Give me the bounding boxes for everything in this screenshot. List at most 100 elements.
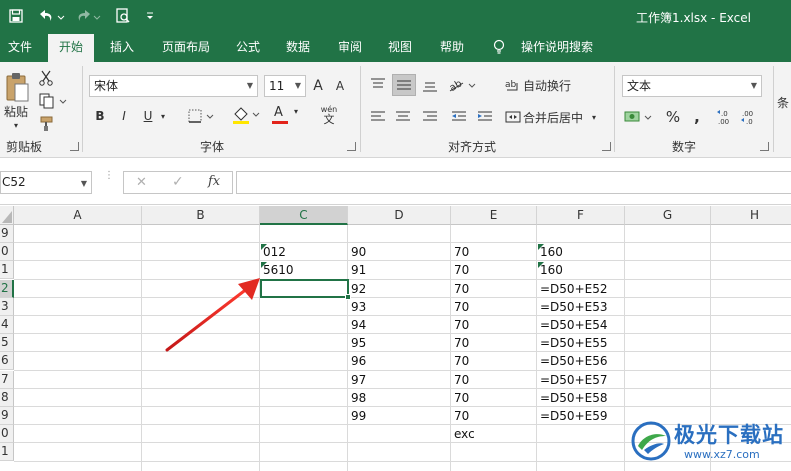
copy-icon[interactable] — [36, 91, 70, 111]
decrease-decimal-icon[interactable]: .00.0 — [740, 106, 760, 128]
fill-handle[interactable] — [345, 294, 351, 300]
tab-file[interactable]: 文件 — [0, 33, 40, 62]
paste-dropdown-icon[interactable]: ▾ — [10, 120, 22, 130]
select-all-corner[interactable] — [0, 206, 14, 225]
align-right-icon[interactable] — [419, 106, 441, 128]
accounting-format-icon[interactable] — [622, 106, 656, 128]
increase-decimal-icon[interactable]: .0.00 — [716, 106, 736, 128]
column-header-b[interactable]: B — [142, 206, 260, 225]
decrease-indent-icon[interactable] — [448, 106, 470, 128]
align-center-icon[interactable] — [392, 106, 414, 128]
cell-e[interactable]: 70 — [451, 407, 469, 425]
cell-e[interactable]: 70 — [451, 389, 469, 407]
redo-icon[interactable] — [74, 7, 104, 25]
row-header[interactable]: 5 — [0, 334, 14, 352]
borders-icon[interactable] — [186, 106, 218, 126]
row-header[interactable]: 4 — [0, 316, 14, 334]
number-format-select[interactable]: 文本 ▼ — [622, 75, 762, 97]
column-header-g[interactable]: G — [625, 206, 711, 225]
save-icon[interactable] — [8, 7, 24, 25]
column-header-d[interactable]: D — [348, 206, 451, 225]
cell-e[interactable]: 70 — [451, 280, 469, 298]
cell-f[interactable]: =D50+E59 — [537, 407, 607, 425]
wrap-text-button[interactable]: 自动换行 — [523, 74, 575, 96]
font-launcher-icon[interactable] — [347, 142, 356, 151]
orientation-icon[interactable]: ab — [446, 74, 480, 96]
paste-button[interactable]: 粘贴 — [0, 102, 32, 120]
cell-f[interactable]: =D50+E52 — [537, 280, 607, 298]
align-top-icon[interactable] — [367, 74, 389, 96]
formula-input[interactable] — [236, 171, 791, 194]
tab-help[interactable]: 帮助 — [430, 33, 474, 62]
font-name-select[interactable]: 宋体 ▼ — [89, 75, 258, 97]
row-header[interactable]: 6 — [0, 352, 14, 370]
cell-f[interactable]: =D50+E54 — [537, 316, 607, 334]
number-launcher-icon[interactable] — [760, 142, 769, 151]
tab-review[interactable]: 审阅 — [328, 33, 372, 62]
cell-e[interactable]: 70 — [451, 243, 469, 261]
tab-data[interactable]: 数据 — [276, 33, 320, 62]
cancel-icon[interactable]: ✕ — [136, 175, 147, 190]
cell-d[interactable]: 98 — [348, 389, 366, 407]
cell-e[interactable]: 70 — [451, 298, 469, 316]
cell-d[interactable]: 97 — [348, 371, 366, 389]
shrink-font-button[interactable]: A — [332, 76, 348, 96]
format-painter-icon[interactable] — [36, 114, 56, 134]
row-header[interactable]: 0 — [0, 243, 14, 261]
row-header[interactable]: 9 — [0, 225, 14, 243]
cell-f[interactable]: =D50+E57 — [537, 371, 607, 389]
column-header-e[interactable]: E — [451, 206, 537, 225]
row-header[interactable]: 1 — [0, 443, 14, 461]
tab-insert[interactable]: 插入 — [100, 33, 144, 62]
cell-e[interactable]: 70 — [451, 371, 469, 389]
merge-center-button[interactable]: 合并后居中 — [523, 106, 587, 128]
row-header[interactable]: 3 — [0, 298, 14, 316]
insert-function-icon[interactable]: fx — [208, 174, 220, 189]
cell-e[interactable]: 70 — [451, 352, 469, 370]
cell-e[interactable]: 70 — [451, 261, 469, 279]
column-header-h[interactable]: H — [711, 206, 791, 225]
cell-f[interactable]: =D50+E53 — [537, 298, 607, 316]
row-header[interactable]: 7 — [0, 371, 14, 389]
cell-e[interactable]: 70 — [451, 334, 469, 352]
underline-dropdown-icon[interactable]: ▾ — [157, 106, 169, 126]
column-header-c[interactable]: C — [260, 206, 348, 225]
font-color-icon[interactable]: A ▾ — [270, 104, 306, 126]
alignment-launcher-icon[interactable] — [602, 142, 611, 151]
cell-f[interactable]: =D50+E55 — [537, 334, 607, 352]
paste-icon[interactable] — [2, 68, 32, 106]
align-middle-icon[interactable] — [392, 74, 416, 96]
row-header[interactable]: 1 — [0, 261, 14, 279]
comma-style-button[interactable]: , — [690, 106, 704, 128]
clipboard-launcher-icon[interactable] — [70, 142, 79, 151]
bold-button[interactable]: B — [92, 106, 108, 126]
selected-cell-c52[interactable] — [260, 279, 349, 298]
cell-e[interactable]: exc — [451, 425, 475, 443]
fill-color-icon[interactable] — [230, 104, 264, 126]
row-header[interactable]: 8 — [0, 389, 14, 407]
tab-home[interactable]: 开始 — [48, 34, 94, 62]
align-bottom-icon[interactable] — [419, 74, 441, 96]
cell-d[interactable]: 93 — [348, 298, 366, 316]
phonetic-guide-button[interactable]: wén 文 — [312, 102, 346, 128]
cell-d[interactable]: 96 — [348, 352, 366, 370]
formula-bar-grip[interactable]: ⋮ — [104, 171, 114, 191]
font-size-select[interactable]: 11 ▼ — [264, 75, 306, 97]
cell-d[interactable]: 99 — [348, 407, 366, 425]
conditional-format-partial-label[interactable]: 条 — [777, 92, 791, 112]
cell-d[interactable]: 95 — [348, 334, 366, 352]
name-box[interactable]: C52 ▼ — [0, 171, 92, 194]
wrap-text-icon[interactable]: ab — [504, 74, 522, 96]
undo-icon[interactable] — [36, 7, 66, 25]
cell-d[interactable]: 94 — [348, 316, 366, 334]
underline-button[interactable]: U — [140, 106, 156, 126]
cut-icon[interactable] — [36, 68, 56, 88]
cell-f[interactable]: =D50+E58 — [537, 389, 607, 407]
align-left-icon[interactable] — [367, 106, 389, 128]
row-header[interactable]: 9 — [0, 407, 14, 425]
grow-font-button[interactable]: A — [310, 76, 326, 96]
italic-button[interactable]: I — [116, 106, 132, 126]
lightbulb-icon[interactable] — [490, 33, 508, 62]
tab-formulas[interactable]: 公式 — [226, 33, 270, 62]
merge-center-icon[interactable] — [504, 106, 522, 128]
